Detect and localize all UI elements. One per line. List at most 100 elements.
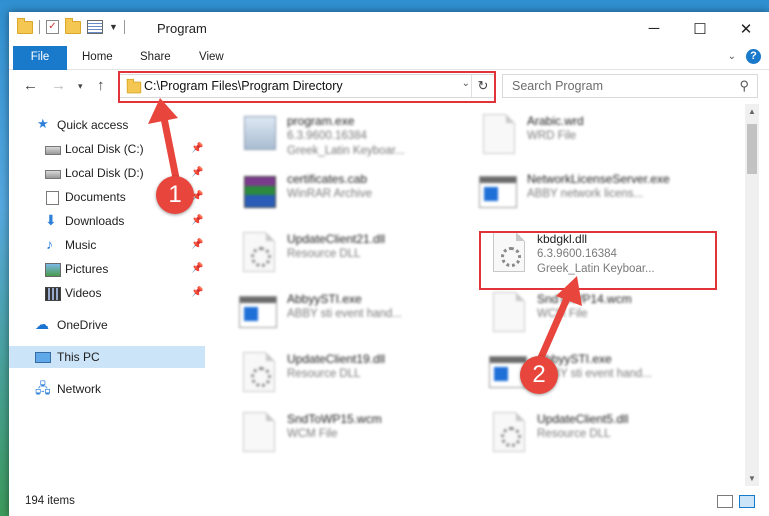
list-item[interactable]: UpdateClient19.dll Resource DLL (239, 348, 469, 398)
status-bar: 194 items (9, 486, 769, 516)
sidebar-item-label: OneDrive (57, 318, 108, 332)
list-item[interactable]: UpdateClient21.dll Resource DLL (239, 228, 469, 278)
sidebar-item-videos[interactable]: Videos 📌 (9, 282, 205, 304)
winrar-icon (244, 176, 276, 208)
list-item[interactable]: SndToWP14.wcm WCM File (489, 288, 719, 338)
separator (39, 20, 40, 34)
file-name: UpdateClient21.dll (287, 232, 386, 246)
file-detail: ABBY network licens... (527, 188, 644, 200)
pin-icon[interactable]: 📌 (191, 282, 203, 304)
file-name: NetworkLicenseServer.exe (527, 172, 670, 186)
pin-icon[interactable]: 📌 (191, 162, 203, 184)
sidebar-item-label: Videos (65, 286, 102, 300)
window-controls: ─ ☐ ✕ (631, 12, 769, 45)
list-item[interactable]: UpdateClient5.dll Resource DLL (489, 408, 719, 458)
search-input[interactable]: Search Program (512, 79, 603, 93)
file-detail: 6.3.9600.16384 (287, 130, 367, 142)
music-icon: ♪ (46, 236, 53, 252)
file-name: UpdateClient5.dll (537, 412, 629, 426)
star-icon: ★ (37, 116, 49, 131)
file-detail: Greek_Latin Keyboar... (287, 145, 405, 157)
rename-icon[interactable] (87, 20, 103, 34)
title-bar: ✓ ▼ Program ─ ☐ ✕ (9, 12, 769, 46)
callout-badge-1: 1 (156, 176, 194, 214)
network-icon: 🖧 (35, 380, 51, 396)
back-arrow-icon[interactable]: ← (23, 77, 38, 94)
sidebar-item-label: Local Disk (D:) (65, 166, 144, 180)
large-icons-view-icon[interactable] (739, 495, 755, 508)
pin-icon[interactable]: 📌 (191, 138, 203, 160)
sidebar-item-label: Music (65, 238, 97, 252)
tab-share[interactable]: Share (140, 46, 171, 69)
navigation-pane: ★ Quick access Local Disk (C:) 📌 Local D… (9, 104, 205, 484)
sidebar-item-onedrive[interactable]: ☁ OneDrive (9, 314, 205, 336)
view-switcher (717, 495, 755, 508)
expand-ribbon-chevron-icon[interactable]: ⌄ (728, 51, 736, 62)
setup-icon (244, 116, 276, 150)
documents-icon (46, 191, 59, 205)
pin-icon[interactable]: 📌 (191, 234, 203, 256)
file-name: program.exe (287, 114, 355, 128)
new-folder-icon[interactable] (65, 17, 81, 34)
list-item[interactable]: AbbyySTI.exe ABBY sti event hand... (239, 288, 469, 338)
minimize-button[interactable]: ─ (631, 12, 677, 45)
customize-toolbar-chevron-icon[interactable]: ▼ (109, 22, 118, 32)
file-detail: WCM File (287, 428, 338, 440)
search-box[interactable]: Search Program ⚲ (502, 74, 758, 98)
computer-icon (35, 352, 51, 363)
forward-arrow-icon[interactable]: → (51, 77, 66, 94)
list-item[interactable]: SndToWP15.wcm WCM File (239, 408, 469, 458)
file-explorer-window: ✓ ▼ Program ─ ☐ ✕ File Home Share View ⌄… (9, 12, 769, 516)
vertical-scrollbar[interactable]: ▲ ▼ (745, 104, 759, 486)
search-icon[interactable]: ⚲ (739, 78, 749, 94)
details-view-icon[interactable] (717, 495, 733, 508)
sidebar-item-network[interactable]: 🖧 Network (9, 378, 205, 400)
file-detail: Resource DLL (287, 248, 361, 260)
list-item[interactable]: certificates.cab WinRAR Archive (239, 168, 469, 218)
ribbon-right-controls: ⌄ ? (728, 49, 761, 64)
document-icon (483, 114, 515, 154)
properties-check-icon[interactable]: ✓ (46, 20, 59, 34)
list-item[interactable]: NetworkLicenseServer.exe ABBY network li… (479, 168, 709, 218)
callout-badge-2: 2 (520, 356, 558, 394)
close-button[interactable]: ✕ (723, 12, 769, 45)
disk-icon (45, 170, 61, 179)
file-name: certificates.cab (287, 172, 368, 186)
download-icon: ⬇ (45, 212, 57, 228)
list-item[interactable]: Arabic.wrd WRD File (479, 110, 709, 160)
sidebar-item-label: Pictures (65, 262, 109, 276)
sidebar-item-local-disk-c[interactable]: Local Disk (C:) 📌 (9, 138, 205, 160)
dll-icon (243, 232, 275, 272)
app-icon (479, 176, 517, 208)
tab-home[interactable]: Home (82, 46, 113, 69)
quick-access-toolbar: ✓ ▼ (17, 17, 125, 34)
pin-icon[interactable]: 📌 (191, 210, 203, 232)
recent-locations-chevron-icon[interactable]: ▾ (78, 81, 83, 92)
pictures-icon (45, 263, 61, 277)
onedrive-icon: ☁ (35, 316, 49, 332)
sidebar-item-quick-access[interactable]: ★ Quick access (9, 114, 205, 136)
address-highlight-box (118, 71, 496, 103)
file-name: Arabic.wrd (527, 114, 584, 128)
list-item[interactable]: program.exe 6.3.9600.16384 Greek_Latin K… (239, 110, 469, 160)
scroll-thumb[interactable] (747, 124, 757, 174)
file-name: SndToWP14.wcm (537, 292, 632, 306)
maximize-button[interactable]: ☐ (677, 12, 723, 45)
help-icon[interactable]: ? (746, 49, 761, 64)
separator (123, 20, 125, 34)
sidebar-item-this-pc[interactable]: This PC (9, 346, 205, 368)
disk-icon (45, 146, 61, 155)
sidebar-item-label: Quick access (57, 118, 129, 132)
sidebar-item-music[interactable]: ♪ Music 📌 (9, 234, 205, 256)
scroll-up-icon[interactable]: ▲ (748, 107, 756, 116)
pin-icon[interactable]: 📌 (191, 258, 203, 280)
sidebar-item-pictures[interactable]: Pictures 📌 (9, 258, 205, 280)
file-detail: Resource DLL (287, 368, 361, 380)
tab-view[interactable]: View (199, 46, 224, 69)
scroll-down-icon[interactable]: ▼ (748, 474, 756, 483)
dll-icon (493, 412, 525, 452)
navigation-bar: ← → ▾ ↑ C:\Program Files\Program Directo… (9, 70, 769, 103)
file-detail: Resource DLL (537, 428, 611, 440)
sidebar-item-label: Downloads (65, 214, 125, 228)
up-arrow-icon[interactable]: ↑ (97, 77, 105, 94)
